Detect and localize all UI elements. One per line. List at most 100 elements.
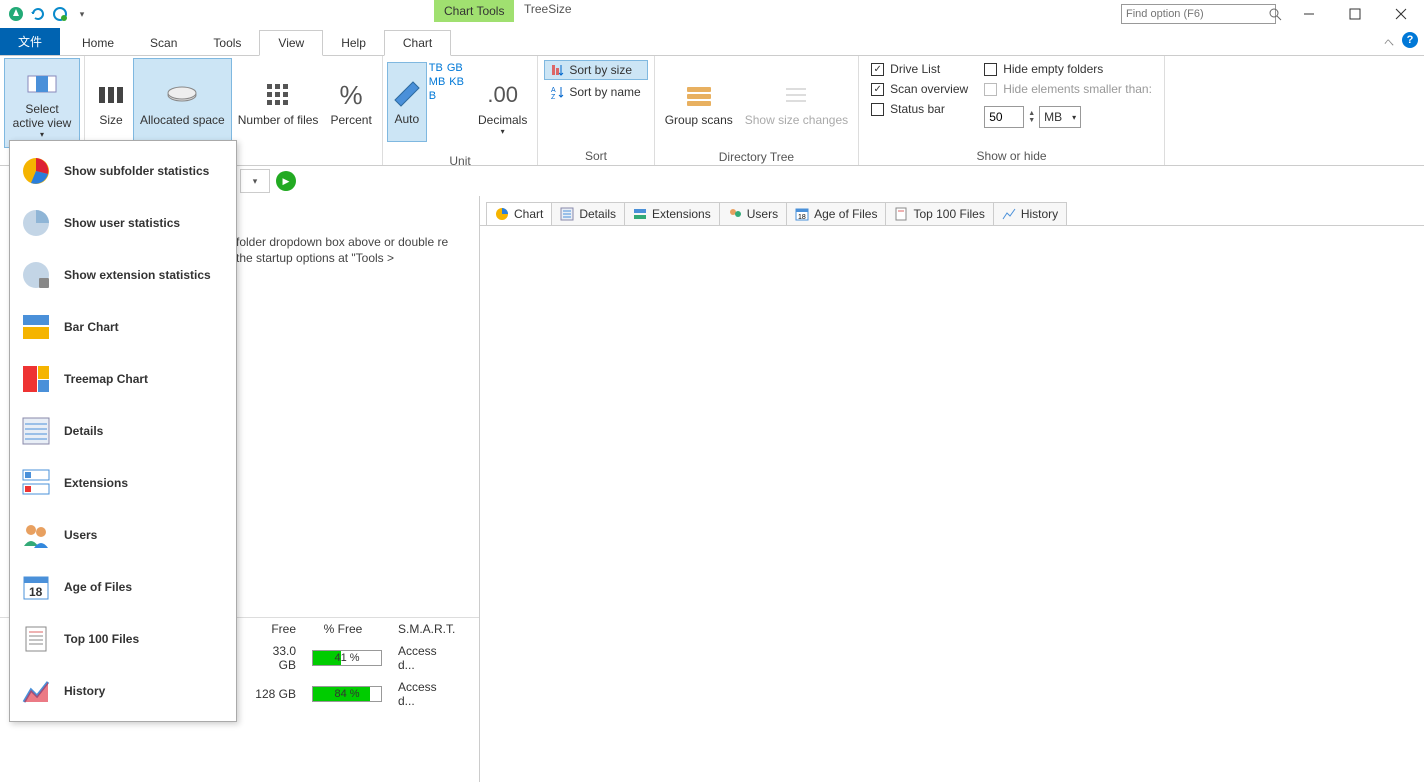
allocated-space-button[interactable]: Allocated space [133,58,232,148]
sort-by-name-button[interactable]: AZ Sort by name [544,82,647,102]
help-icon[interactable]: ? [1402,32,1418,48]
quick-access-toolbar: ▾ [0,6,90,22]
bar-chart-icon [20,311,52,343]
close-button[interactable] [1378,0,1424,28]
check-hide-smaller-than: Hide elements smaller than: [984,82,1152,96]
details-icon [20,415,52,447]
size-label: Size [99,113,122,127]
tab-view[interactable]: View [259,30,323,56]
tab-help[interactable]: Help [323,31,384,55]
check-status-bar[interactable]: Status bar [871,102,968,116]
col-pfree[interactable]: % Free [304,618,382,640]
allocated-space-label: Allocated space [140,113,225,127]
maximize-button[interactable] [1332,0,1378,28]
doc-small-icon [894,207,908,221]
percent-button[interactable]: % Percent [324,58,377,148]
view-icon [26,68,58,100]
rtab-top100[interactable]: Top 100 Files [885,202,993,225]
show-size-changes-button[interactable]: Show size changes [739,58,854,148]
svg-text:18: 18 [798,214,806,221]
menu-bar-chart[interactable]: Bar Chart [10,301,236,353]
percent-label: Percent [330,113,371,127]
rtab-extensions[interactable]: Extensions [624,202,720,225]
refresh-icon[interactable] [30,6,46,22]
sort-by-size-label: Sort by size [569,63,632,77]
menu-age-of-files[interactable]: 18 Age of Files [10,561,236,613]
tab-file[interactable]: 文件 [0,28,60,55]
dirtree-group-label: Directory Tree [659,148,854,166]
unit-mb[interactable]: MB [429,76,446,88]
rtab-details[interactable]: Details [551,202,625,225]
qat-dropdown-icon[interactable]: ▾ [74,6,90,22]
check-scan-overview[interactable]: ✓Scan overview [871,82,968,96]
search-icon[interactable] [1268,7,1282,21]
tab-scan[interactable]: Scan [132,31,195,55]
treemap-icon [20,363,52,395]
rtab-history[interactable]: History [993,202,1067,225]
path-dropdown-arrow[interactable]: ▾ [240,169,270,193]
refresh-all-icon[interactable] [52,6,68,22]
go-button[interactable]: ▶ [276,171,296,191]
app-logo-icon [8,6,24,22]
rtab-users[interactable]: Users [719,202,787,225]
unit-gb[interactable]: GB [447,62,463,74]
svg-text:18: 18 [29,585,43,599]
disk-icon [166,79,198,111]
hide-size-value[interactable] [984,106,1024,128]
menu-top-100[interactable]: Top 100 Files [10,613,236,665]
showhide-group-label: Show or hide [863,147,1160,165]
menu-history[interactable]: History [10,665,236,717]
cell-pfree: 41 % [304,646,382,670]
contextual-tab-chart-tools: Chart Tools [434,0,514,22]
rtab-age[interactable]: 18 Age of Files [786,202,886,225]
menu-users[interactable]: Users [10,509,236,561]
unit-kb[interactable]: KB [449,76,464,88]
unit-tb[interactable]: TB [429,62,443,74]
right-pane: Chart Details Extensions Users 18 Age of… [480,196,1424,782]
collapse-ribbon-icon[interactable]: へ [1384,34,1394,49]
title-bar: ▾ Chart Tools TreeSize [0,0,1424,28]
menu-show-subfolder-stats[interactable]: Show subfolder statistics [10,145,236,197]
select-active-view-button[interactable]: Select active view ▾ [4,58,80,148]
col-free[interactable]: Free [244,618,304,640]
number-of-files-button[interactable]: Number of files [232,58,325,148]
find-option-search[interactable] [1121,4,1276,24]
unit-b[interactable]: B [429,90,436,102]
decimals-button[interactable]: .00 Decimals ▾ [472,62,533,152]
hide-size-unit[interactable]: MB▾ [1039,106,1081,128]
menu-show-extension-stats[interactable]: Show extension statistics [10,249,236,301]
group-scans-button[interactable]: Group scans [659,58,739,148]
cell-free: 128 GB [244,683,304,705]
percent-icon: % [335,79,367,111]
document-icon [20,623,52,655]
sort-by-size-button[interactable]: Sort by size [544,60,647,80]
svg-text:A: A [551,87,556,94]
calendar-icon: 18 [20,571,52,603]
check-drive-list[interactable]: ✓Drive List [871,62,968,76]
cell-smart: Access d... [382,640,452,676]
decimals-icon: .00 [487,79,519,111]
check-hide-empty-folders[interactable]: Hide empty folders [984,62,1152,76]
extensions-icon [20,467,52,499]
minimize-button[interactable] [1286,0,1332,28]
rtab-chart[interactable]: Chart [486,202,552,225]
tab-home[interactable]: Home [64,31,132,55]
pie-user-icon [20,207,52,239]
show-size-changes-label: Show size changes [745,113,848,127]
tab-chart[interactable]: Chart [384,30,451,56]
search-input[interactable] [1126,8,1268,20]
history-icon [20,675,52,707]
tab-tools[interactable]: Tools [195,31,259,55]
menu-extensions[interactable]: Extensions [10,457,236,509]
col-smart[interactable]: S.M.A.R.T. [382,618,452,640]
spinner-icon[interactable]: ▲▼ [1028,110,1035,124]
auto-unit-button[interactable]: Auto [387,62,427,142]
size-button[interactable]: Size [89,58,133,148]
select-active-view-label: Select active view [11,102,73,130]
menu-show-user-stats[interactable]: Show user statistics [10,197,236,249]
app-title: TreeSize [524,2,572,16]
ruler-icon [391,78,423,110]
menu-treemap-chart[interactable]: Treemap Chart [10,353,236,405]
group-scans-icon [683,79,715,111]
menu-details[interactable]: Details [10,405,236,457]
